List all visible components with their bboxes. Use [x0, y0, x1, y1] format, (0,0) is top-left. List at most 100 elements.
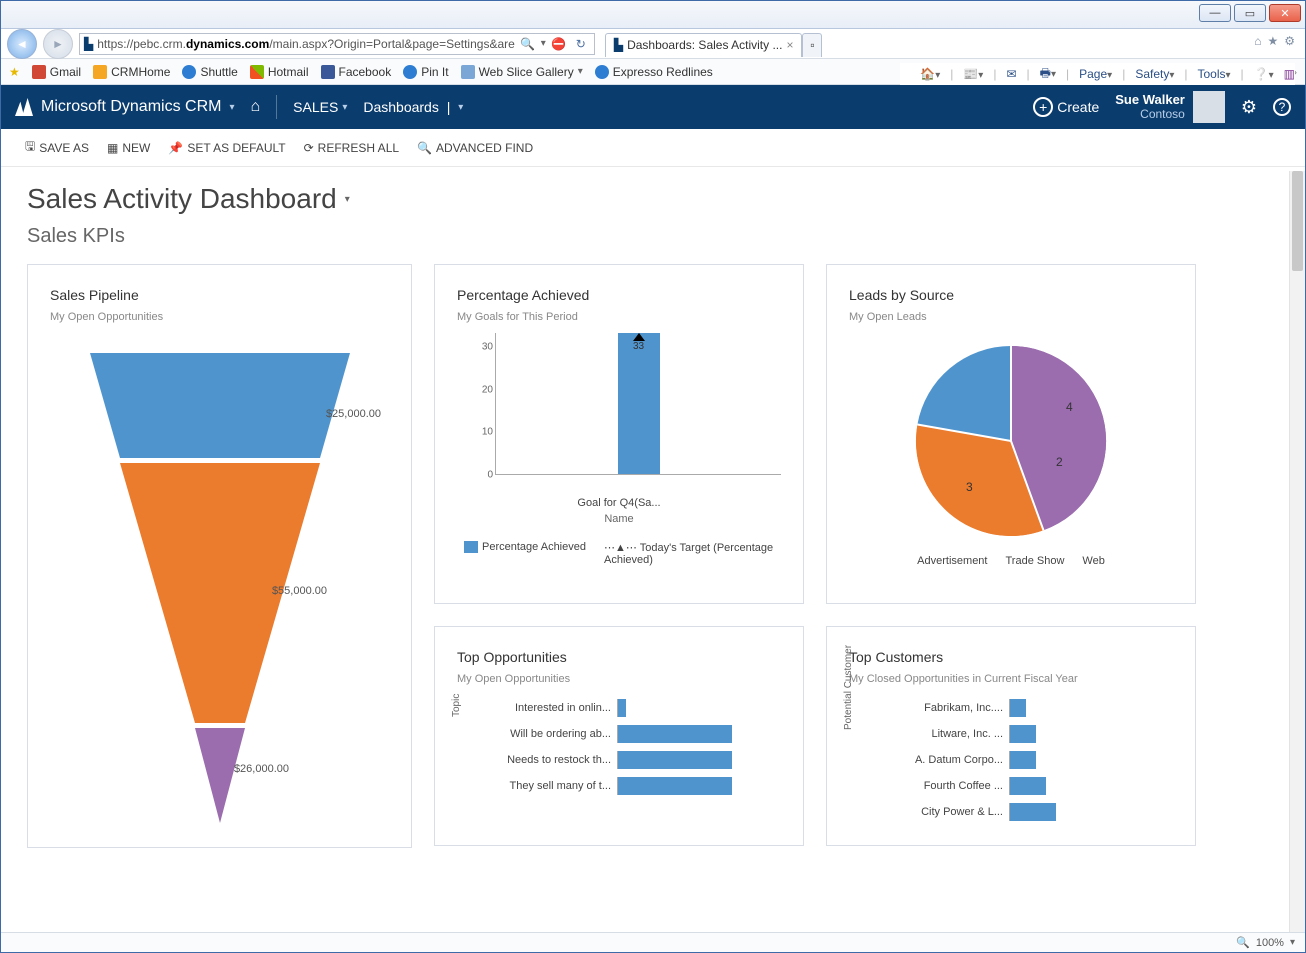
avatar [1193, 91, 1225, 123]
pie-value-label: 4 [1066, 400, 1073, 414]
chevron-down-icon[interactable]: ▾ [345, 194, 350, 205]
fav-link[interactable]: Shuttle [182, 65, 237, 79]
new-button[interactable]: ▦ NEW [107, 141, 150, 155]
url-text: https://pebc.crm.dynamics.com/main.aspx?… [97, 37, 515, 51]
forward-button[interactable]: ► [43, 29, 73, 59]
fav-link[interactable]: Web Slice Gallery ▾ [461, 65, 583, 79]
fav-link[interactable]: Expresso Redlines [595, 65, 713, 79]
funnel-value-label: $25,000.00 [326, 408, 381, 420]
crm-user-widget[interactable]: Sue Walker Contoso [1115, 91, 1225, 123]
card-leads-by-source[interactable]: Leads by Source My Open Leads [826, 264, 1196, 604]
card-subtitle: My Open Opportunities [50, 311, 389, 323]
refresh-all-button[interactable]: ⟳ REFRESH ALL [304, 141, 399, 155]
crm-global-nav: Microsoft Dynamics CRM ▾ ⌂ SALES ▾ Dashb… [1, 85, 1305, 129]
favorites-icon[interactable]: ★ [1267, 34, 1278, 48]
tools-icon[interactable]: ⚙ [1284, 34, 1295, 48]
cb-tools-menu[interactable]: Tools▾ [1198, 67, 1231, 81]
save-as-button[interactable]: 🖫 SAVE AS [25, 137, 89, 158]
card-sales-pipeline[interactable]: Sales Pipeline My Open Opportunities $25… [27, 264, 412, 848]
crm-create-button[interactable]: + Create [1033, 97, 1099, 117]
tab-title: Dashboards: Sales Activity ... [627, 38, 782, 52]
x-axis-label: Name [457, 513, 781, 525]
user-org: Contoso [1115, 108, 1185, 121]
svg-text:2: 2 [1056, 455, 1063, 469]
close-button[interactable]: ✕ [1269, 4, 1301, 22]
browser-status-bar: 🔍 100% ▾ [1, 932, 1305, 952]
crm-area-sales[interactable]: SALES ▾ [293, 99, 347, 115]
zoom-icon[interactable]: 🔍 [1236, 936, 1250, 949]
cb-onenote-icon[interactable]: ▥ [1284, 67, 1295, 81]
target-marker-icon [633, 333, 645, 341]
crm-logo-icon [15, 98, 33, 116]
target-legend-icon: ⋯▲⋯ [604, 542, 637, 554]
card-title: Top Opportunities [457, 649, 781, 665]
stop-icon[interactable]: ⛔ [550, 37, 568, 51]
cb-mail-icon[interactable]: ✉ [1006, 67, 1016, 81]
card-subtitle: My Open Leads [849, 311, 1173, 323]
card-title: Leads by Source [849, 287, 1173, 303]
crm-subarea-dashboards[interactable]: Dashboards | ▾ [363, 99, 463, 115]
hbar-chart: Potential Customer Fabrikam, Inc.... Lit… [849, 695, 1173, 825]
dashboard-body: Sales Activity Dashboard ▾ Sales KPIs Sa… [1, 167, 1305, 932]
help-icon[interactable]: ? [1273, 98, 1291, 116]
card-title: Sales Pipeline [50, 287, 389, 303]
bar-chart: 0 10 20 30 33 [475, 333, 781, 493]
cb-print-icon[interactable]: 🖶▾ [1040, 64, 1056, 85]
cb-home-icon[interactable]: 🏠▾ [920, 67, 940, 81]
zoom-level[interactable]: 100% [1256, 937, 1284, 949]
maximize-button[interactable]: ▭ [1234, 4, 1266, 22]
cb-safety-menu[interactable]: Safety▾ [1135, 67, 1174, 81]
y-axis-label: Potential Customer [843, 645, 854, 730]
refresh-icon[interactable]: ↻ [572, 37, 590, 51]
x-category-label: Goal for Q4(Sa... [457, 497, 781, 509]
advanced-find-button[interactable]: 🔍 ADVANCED FIND [417, 141, 533, 155]
section-title: Sales KPIs [27, 225, 1279, 248]
crm-brand-label: Microsoft Dynamics CRM [41, 98, 221, 116]
card-top-customers[interactable]: Top Customers My Closed Opportunities in… [826, 626, 1196, 846]
home-icon[interactable]: ⌂ [1254, 34, 1261, 48]
fav-link[interactable]: Facebook [321, 65, 392, 79]
site-icon: ▙ [84, 37, 93, 51]
user-name: Sue Walker [1115, 93, 1185, 107]
tab-close-icon[interactable]: × [786, 38, 793, 52]
address-bar[interactable]: ▙ https://pebc.crm.dynamics.com/main.asp… [79, 33, 595, 55]
fav-link[interactable]: Hotmail [250, 65, 309, 79]
browser-navbar: ◄ ► ▙ https://pebc.crm.dynamics.com/main… [1, 29, 1305, 59]
crm-home-icon[interactable]: ⌂ [251, 98, 261, 116]
minimize-button[interactable]: — [1199, 4, 1231, 22]
funnel-value-label: $26,000.00 [234, 763, 289, 775]
page-title[interactable]: Sales Activity Dashboard ▾ [27, 183, 1279, 215]
cb-feeds-icon[interactable]: 📰▾ [963, 67, 983, 81]
pie-chart: 4 3 2 [849, 333, 1173, 555]
browser-tab[interactable]: ▙ Dashboards: Sales Activity ... × [605, 33, 803, 57]
cb-page-menu[interactable]: Page▾ [1079, 67, 1112, 81]
cb-help-icon[interactable]: ❔▾ [1254, 67, 1274, 81]
fav-link[interactable]: CRMHome [93, 65, 170, 79]
hbar-chart: Topic Interested in onlin... Will be ord… [457, 695, 781, 799]
bar-value-label: 33 [618, 341, 660, 352]
card-title: Percentage Achieved [457, 287, 781, 303]
card-subtitle: My Closed Opportunities in Current Fisca… [849, 673, 1173, 685]
card-percentage-achieved[interactable]: Percentage Achieved My Goals for This Pe… [434, 264, 804, 604]
funnel-chart: $25,000.00 $55,000.00 $26,000.00 [50, 333, 389, 833]
tab-favicon: ▙ [614, 38, 623, 52]
back-button[interactable]: ◄ [7, 29, 37, 59]
card-subtitle: My Goals for This Period [457, 311, 781, 323]
new-tab-button[interactable]: ▫ [802, 33, 822, 57]
y-axis-label: Topic [451, 694, 462, 717]
vertical-scrollbar[interactable] [1289, 171, 1305, 932]
crm-brand[interactable]: Microsoft Dynamics CRM ▾ [15, 98, 235, 116]
command-bar: 🏠▾| 📰▾| ✉| 🖶▾| Page▾| Safety▾| Tools▾| ❔… [900, 63, 1295, 85]
plus-circle-icon: + [1033, 97, 1053, 117]
set-default-button[interactable]: 📌 SET AS DEFAULT [168, 141, 285, 155]
window-titlebar: — ▭ ✕ [1, 1, 1305, 29]
zoom-dropdown-icon[interactable]: ▾ [1290, 937, 1295, 948]
add-favorite-button[interactable]: ★ [9, 65, 20, 79]
settings-icon[interactable]: ⚙ [1241, 97, 1257, 118]
fav-link[interactable]: Gmail [32, 65, 81, 79]
fav-link[interactable]: Pin It [403, 65, 448, 79]
card-top-opportunities[interactable]: Top Opportunities My Open Opportunities … [434, 626, 804, 846]
dashboard-toolbar: 🖫 SAVE AS ▦ NEW 📌 SET AS DEFAULT ⟳ REFRE… [1, 129, 1305, 167]
search-icon[interactable]: 🔍 [519, 37, 537, 51]
svg-text:3: 3 [966, 480, 973, 494]
